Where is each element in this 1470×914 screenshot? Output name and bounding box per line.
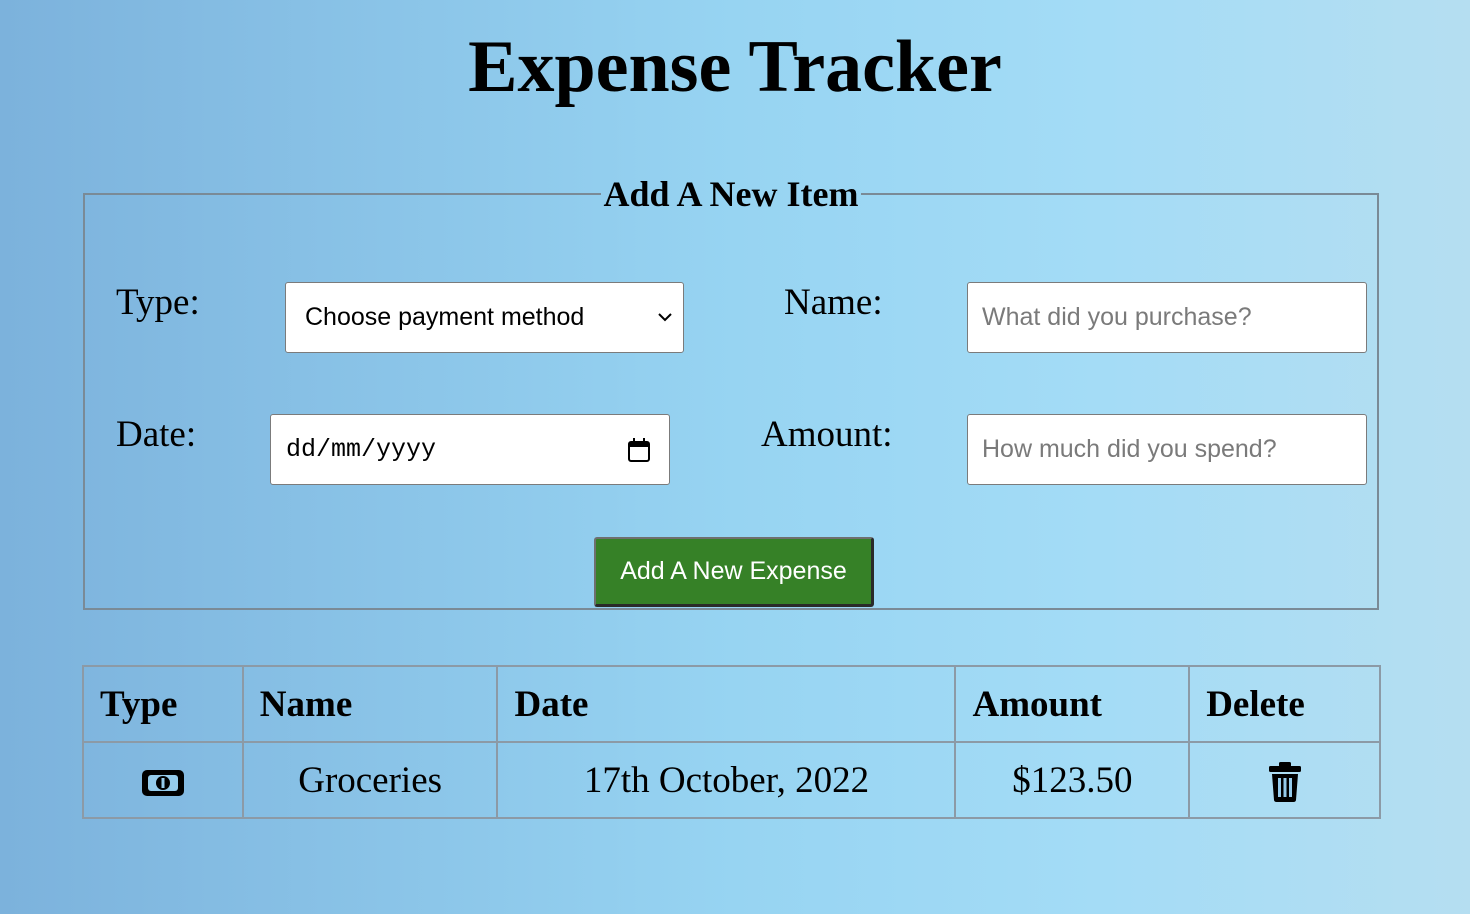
trash-icon[interactable] [1268, 761, 1302, 803]
add-item-form: Add A New Item Type: Choose payment meth… [83, 174, 1379, 610]
column-header-amount: Amount [954, 665, 1191, 743]
date-field[interactable]: dd/mm/yyyy [270, 414, 670, 485]
amount-cell: $123.50 [954, 741, 1191, 819]
money-bill-icon [141, 770, 184, 797]
date-cell: 17th October, 2022 [496, 741, 957, 819]
amount-label: Amount: [761, 414, 893, 455]
table-row: Groceries 17th October, 2022 $123.50 [82, 741, 1381, 819]
page-title: Expense Tracker [468, 26, 1002, 108]
type-cell [82, 741, 244, 819]
column-header-type: Type [82, 665, 244, 743]
delete-cell [1188, 741, 1381, 819]
table-header-row: Type Name Date Amount Delete [82, 665, 1381, 743]
expense-table: Type Name Date Amount Delete Groceries 1… [82, 665, 1381, 819]
payment-type-select[interactable]: Choose payment method [285, 282, 684, 353]
date-label: Date: [116, 414, 197, 455]
amount-input[interactable] [968, 415, 1366, 484]
name-input[interactable] [968, 283, 1366, 352]
name-field[interactable] [967, 282, 1367, 353]
type-label: Type: [116, 282, 200, 323]
chevron-down-icon [658, 313, 672, 322]
date-placeholder: dd/mm/yyyy [286, 435, 437, 464]
payment-type-select-value: Choose payment method [305, 303, 585, 331]
column-header-name: Name [241, 665, 499, 743]
add-expense-button[interactable]: Add A New Expense [594, 537, 874, 607]
amount-field[interactable] [967, 414, 1367, 485]
column-header-delete: Delete [1188, 665, 1381, 743]
form-legend: Add A New Item [603, 174, 859, 214]
column-header-date: Date [496, 665, 957, 743]
name-cell: Groceries [241, 741, 499, 819]
name-label: Name: [784, 282, 883, 323]
calendar-icon[interactable] [627, 437, 651, 463]
